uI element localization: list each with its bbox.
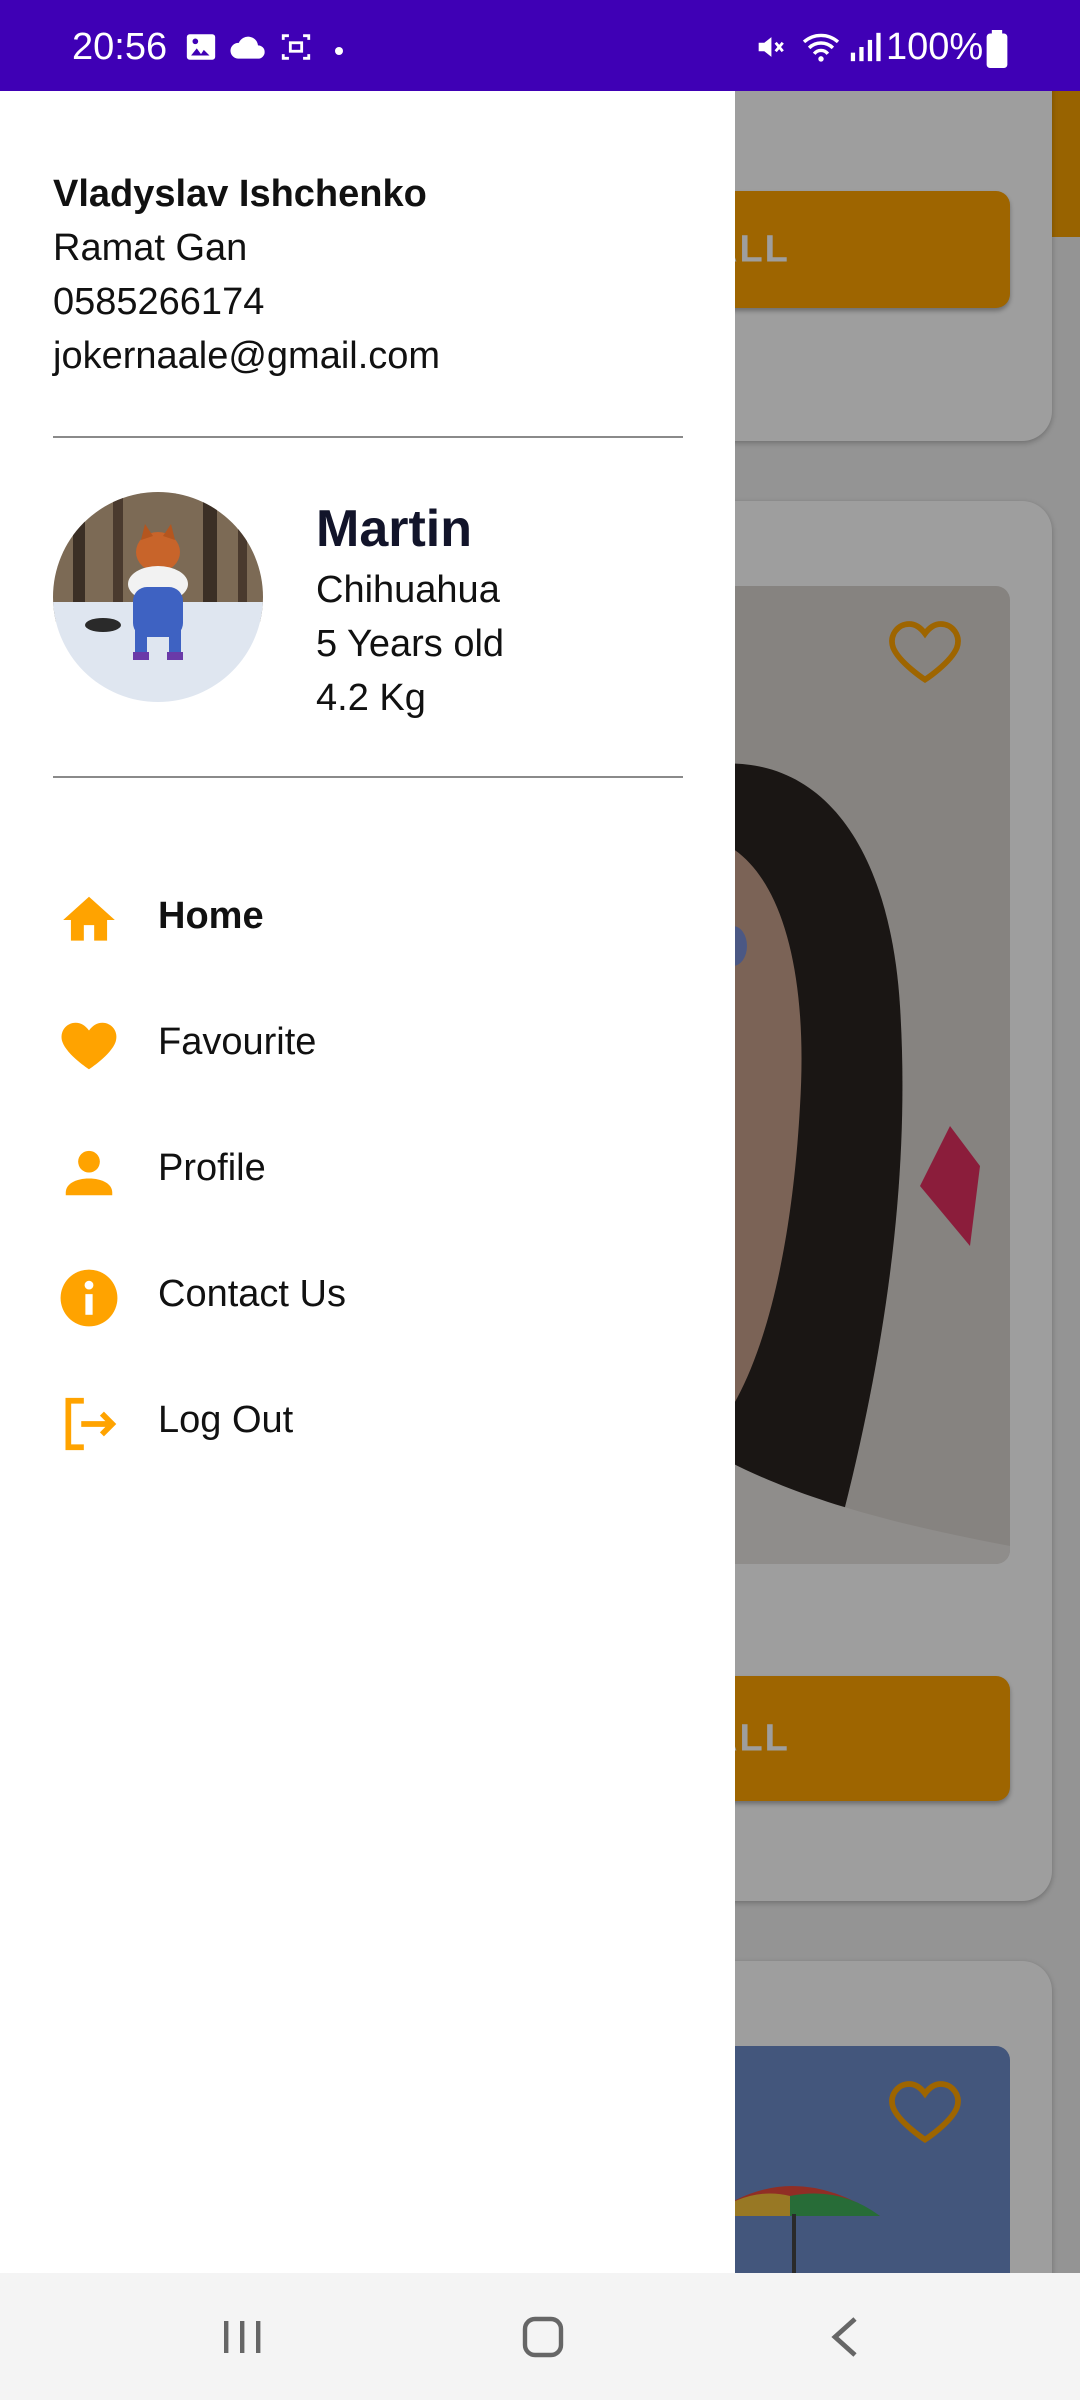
menu-label-profile: Profile	[158, 1147, 266, 1189]
menu-label-favourite: Favourite	[158, 1021, 317, 1063]
dot-icon	[335, 47, 343, 55]
battery-percent: 100%	[886, 26, 984, 68]
menu-label-log-out: Log Out	[158, 1399, 294, 1441]
menu-item-log-out[interactable]: Log Out	[0, 1367, 735, 1477]
menu-label-contact-us: Contact Us	[158, 1273, 346, 1315]
recents-icon	[224, 2321, 261, 2353]
mute-icon	[758, 37, 784, 57]
info-icon	[60, 1269, 118, 1327]
menu-item-home[interactable]: Home	[0, 863, 735, 973]
pet-avatar	[53, 492, 263, 702]
divider	[53, 776, 683, 778]
navigation-drawer: Vladyslav Ishchenko Ramat Gan 0585266174…	[0, 91, 735, 2273]
image-icon	[186, 34, 216, 60]
divider	[53, 436, 683, 438]
recents-button[interactable]	[152, 2273, 332, 2400]
back-icon	[831, 2317, 857, 2357]
owner-city: Ramat Gan	[53, 227, 248, 269]
owner-phone: 0585266174	[53, 281, 265, 323]
pet-age: 5 Years old	[316, 623, 505, 665]
person-icon	[65, 1150, 113, 1196]
menu-item-contact-us[interactable]: Contact Us	[0, 1241, 735, 1351]
owner-name: Vladyslav Ishchenko	[53, 173, 427, 215]
logout-icon	[65, 1397, 117, 1451]
signal-icon	[850, 32, 881, 62]
menu-item-favourite[interactable]: Favourite	[0, 989, 735, 1099]
home-nav-icon	[522, 2316, 564, 2358]
menu-label-home: Home	[158, 895, 264, 937]
owner-email: jokernaale@gmail.com	[53, 335, 441, 377]
pet-name: Martin	[316, 500, 472, 558]
cloud-icon	[230, 36, 265, 59]
home-button[interactable]	[453, 2273, 633, 2400]
menu-item-profile[interactable]: Profile	[0, 1115, 735, 1225]
heart-icon	[61, 1022, 117, 1070]
wifi-icon	[802, 33, 840, 62]
status-time: 20:56	[72, 26, 168, 68]
back-button[interactable]	[755, 2273, 935, 2400]
home-icon	[63, 896, 115, 941]
battery-icon	[986, 30, 1008, 68]
system-navigation-bar	[0, 2273, 1080, 2400]
status-bar: 20:56 100%	[0, 0, 1080, 91]
pet-breed: Chihuahua	[316, 569, 500, 611]
pet-weight: 4.2 Kg	[316, 677, 426, 719]
screen-record-icon	[281, 34, 311, 60]
